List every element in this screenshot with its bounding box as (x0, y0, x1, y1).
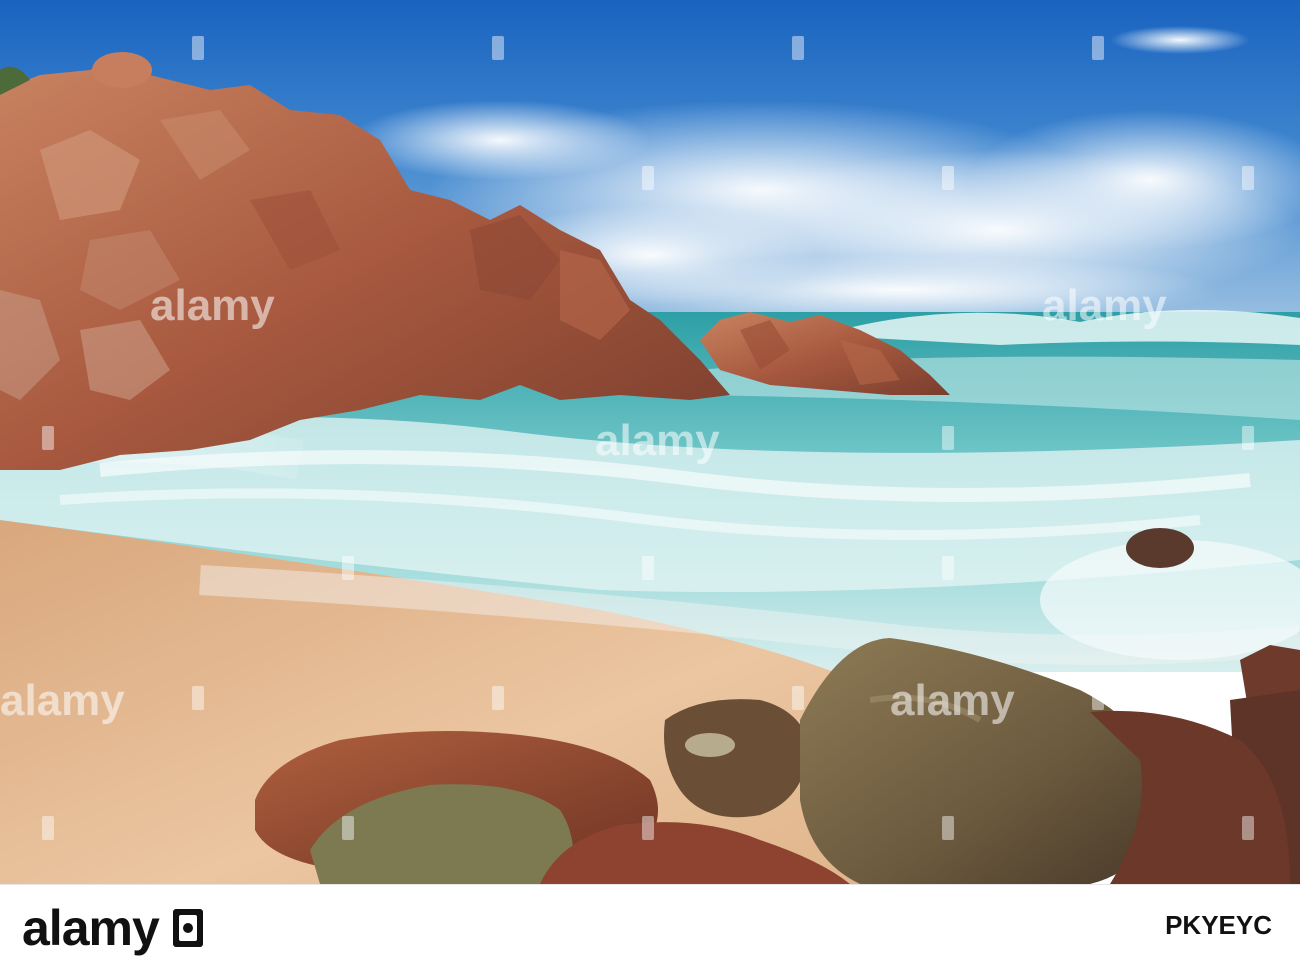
image-id: PKYEYC (1165, 910, 1272, 940)
alamy-logo-icon (172, 909, 203, 947)
brand-name: alamy (22, 900, 160, 956)
photo-scene (0, 0, 1300, 884)
footer-divider (0, 884, 1300, 885)
brand-logo[interactable]: alamy (22, 898, 211, 958)
coastal-photo: alamy alamy alamy alamy alamy (0, 0, 1300, 884)
stock-photo-page: alamy alamy alamy alamy alamy alamy PKYE… (0, 0, 1300, 973)
stock-footer: alamy PKYEYC (0, 884, 1300, 973)
